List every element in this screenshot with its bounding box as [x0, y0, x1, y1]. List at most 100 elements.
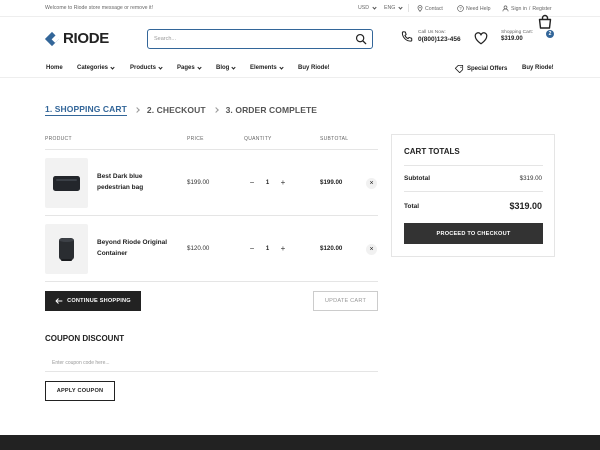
language-label: ENG — [384, 5, 396, 11]
nav-item-pages[interactable]: Pages — [177, 64, 202, 71]
nav-item-buy-riode[interactable]: Buy Riode! — [298, 65, 330, 71]
quantity-value[interactable]: 1 — [266, 246, 269, 252]
nav-label: Products — [130, 65, 157, 71]
shopping-bag-icon[interactable] — [537, 14, 553, 30]
currency-label: USD — [358, 5, 369, 11]
cart-totals-title: CART TOTALS — [404, 147, 460, 156]
header: RIODE Call Us Now: 0(800)123-456 Shoppin… — [0, 17, 600, 61]
subtotal-value: $319.00 — [519, 175, 542, 182]
product-price: $120.00 — [187, 245, 210, 252]
bag-product-icon — [53, 176, 80, 191]
cart-summary[interactable]: Shopping Cart: $319.00 — [501, 30, 533, 42]
coupon-input[interactable] — [45, 354, 378, 372]
search-input[interactable] — [154, 33, 344, 45]
nav-label: Buy Riode! — [522, 65, 554, 71]
cart-total: $319.00 — [501, 36, 523, 42]
nav-item-products[interactable]: Products — [130, 64, 163, 71]
contact-link[interactable]: Contact — [417, 5, 443, 12]
location-pin-icon — [417, 5, 423, 12]
header-subtotal: SUBTOTAL — [320, 136, 349, 142]
checkout-steps: 1. SHOPPING CART 2. CHECKOUT 3. ORDER CO… — [45, 104, 317, 116]
main-nav: Home Categories Products Pages Blog Elem… — [0, 61, 600, 78]
chevron-right-icon — [212, 107, 219, 113]
increase-qty-button[interactable]: + — [279, 178, 287, 187]
logo[interactable]: RIODE — [44, 30, 110, 47]
product-image[interactable] — [45, 224, 88, 274]
user-icon — [502, 5, 509, 12]
remove-item-button[interactable]: × — [366, 244, 377, 255]
signin-link[interactable]: Sign in — [511, 6, 527, 12]
special-offers-label: Special Offers — [467, 66, 508, 72]
apply-coupon-button[interactable]: APPLY COUPON — [45, 381, 115, 401]
buy-riode-right-link[interactable]: Buy Riode! — [522, 65, 554, 71]
remove-item-button[interactable]: × — [366, 178, 377, 189]
footer — [0, 435, 600, 450]
search-icon[interactable] — [355, 33, 367, 45]
step-shopping-cart[interactable]: 1. SHOPPING CART — [45, 104, 127, 116]
nav-label: Categories — [77, 65, 109, 71]
welcome-message: Welcome to Riode store message or remove… — [45, 5, 154, 11]
chevron-down-icon — [279, 64, 284, 70]
chevron-down-icon — [398, 4, 403, 10]
decrease-qty-button[interactable]: − — [248, 178, 256, 187]
nav-label: Buy Riode! — [298, 65, 330, 71]
chevron-right-icon — [134, 107, 140, 113]
help-link[interactable]: ? Need Help — [457, 5, 491, 12]
cart-label: Shopping Cart: — [501, 30, 533, 35]
svg-text:?: ? — [459, 6, 462, 11]
cart-count-badge: 2 — [546, 30, 554, 38]
header-quantity: QUANTITY — [244, 136, 272, 142]
step-order-complete[interactable]: 3. ORDER COMPLETE — [226, 105, 317, 115]
increase-qty-button[interactable]: + — [279, 244, 287, 253]
table-row: Beyond Riode Original Container $120.00 … — [45, 216, 378, 282]
logo-text: RIODE — [63, 30, 110, 47]
link-separator: / — [528, 5, 531, 12]
total-value: $319.00 — [509, 201, 542, 211]
nav-label: Elements — [250, 65, 277, 71]
product-price: $199.00 — [187, 179, 210, 186]
cart-table-header: PRODUCT PRICE QUANTITY SUBTOTAL — [45, 134, 378, 150]
register-link[interactable]: Register — [532, 6, 551, 12]
divider — [404, 191, 543, 192]
nav-item-categories[interactable]: Categories — [77, 64, 115, 71]
table-row: Best Dark blue pedestrian bag $199.00 − … — [45, 150, 378, 216]
chevron-down-icon — [372, 4, 377, 10]
product-name[interactable]: Beyond Riode Original Container — [97, 237, 177, 259]
row-subtotal: $199.00 — [320, 179, 343, 186]
quantity-value[interactable]: 1 — [266, 180, 269, 186]
phone-number[interactable]: 0(800)123-456 — [418, 36, 461, 43]
nav-item-elements[interactable]: Elements — [250, 64, 284, 71]
proceed-to-checkout-button[interactable]: PROCEED TO CHECKOUT — [404, 223, 543, 244]
continue-shopping-button[interactable]: CONTINUE SHOPPING — [45, 291, 141, 311]
subtotal-label: Subtotal — [404, 175, 430, 182]
chevron-down-icon — [110, 64, 115, 70]
update-cart-button[interactable]: UPDATE CART — [313, 291, 378, 311]
search-box — [147, 29, 373, 49]
decrease-qty-button[interactable]: − — [248, 244, 256, 253]
total-label: Total — [404, 203, 420, 210]
quantity-stepper: − 1 + — [244, 240, 291, 257]
row-subtotal: $120.00 — [320, 245, 343, 252]
product-name[interactable]: Best Dark blue pedestrian bag — [97, 171, 177, 193]
cart-totals-panel: CART TOTALS Subtotal $319.00 Total $319.… — [391, 134, 555, 257]
coupon-title: COUPON DISCOUNT — [45, 334, 125, 343]
special-offers-link[interactable]: Special Offers — [454, 65, 507, 73]
language-selector[interactable]: ENG — [384, 4, 403, 11]
chevron-down-icon — [158, 64, 163, 70]
speaker-product-icon — [59, 238, 74, 261]
top-bar: Welcome to Riode store message or remove… — [0, 0, 600, 17]
help-circle-icon: ? — [457, 5, 464, 12]
arrow-left-icon — [55, 298, 63, 304]
step-checkout[interactable]: 2. CHECKOUT — [147, 105, 206, 115]
logo-mark-icon — [44, 31, 60, 46]
product-image[interactable] — [45, 158, 88, 208]
chevron-down-icon — [197, 64, 202, 70]
heart-icon[interactable] — [474, 32, 488, 45]
currency-selector[interactable]: USD — [358, 4, 377, 11]
nav-item-home[interactable]: Home — [46, 65, 63, 71]
nav-label: Home — [46, 65, 63, 71]
nav-item-blog[interactable]: Blog — [216, 64, 236, 71]
phone-icon — [401, 31, 413, 42]
divider — [408, 4, 409, 12]
contact-label: Contact — [425, 5, 443, 12]
